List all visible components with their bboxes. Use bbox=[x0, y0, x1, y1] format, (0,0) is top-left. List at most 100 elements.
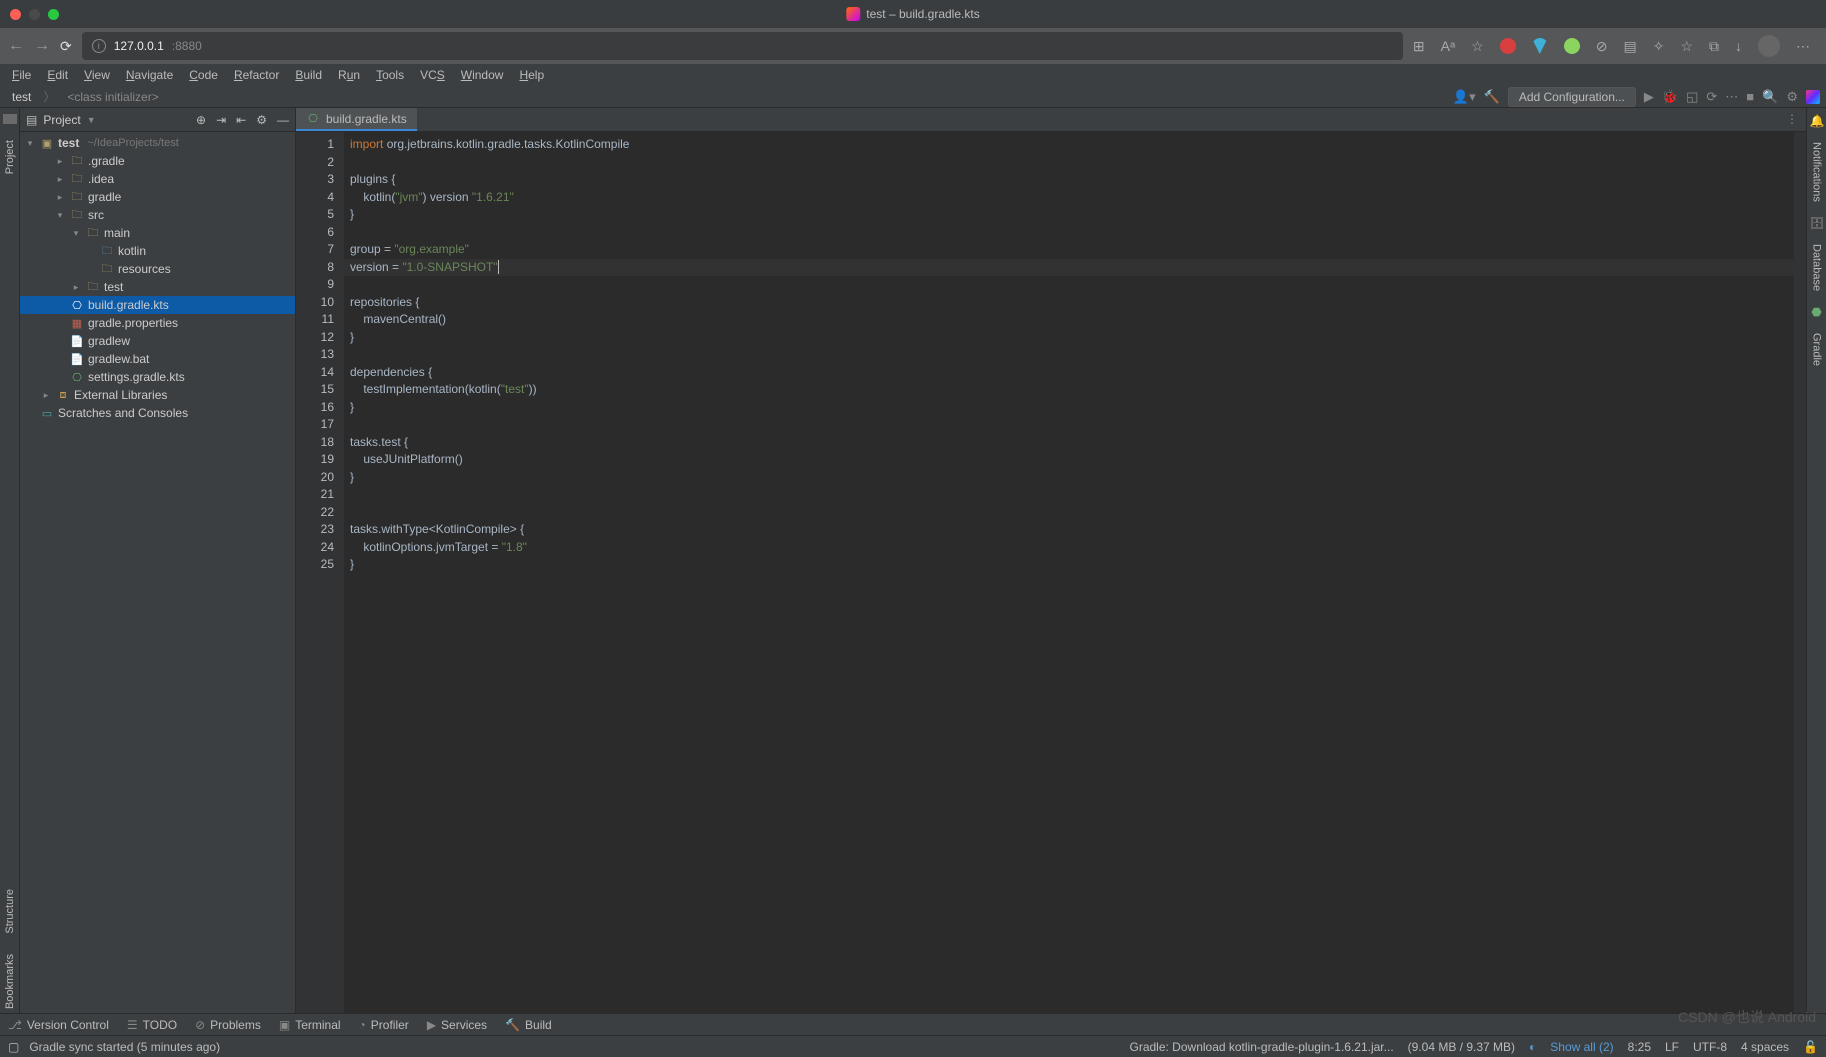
tool-version-control[interactable]: ⎇Version Control bbox=[8, 1018, 109, 1032]
build-hammer-icon[interactable]: 🔨 bbox=[1484, 89, 1500, 105]
tree-root[interactable]: ▾▣test~/IdeaProjects/test bbox=[20, 134, 295, 152]
tree-gradle-props[interactable]: ▦gradle.properties bbox=[20, 314, 295, 332]
tool-todo[interactable]: ☰TODO bbox=[127, 1018, 177, 1032]
collapse-all-icon[interactable]: ⇤ bbox=[236, 113, 246, 127]
project-view-dropdown-icon[interactable]: ▼ bbox=[87, 115, 96, 125]
tree-ext-lib[interactable]: ▸⧈External Libraries bbox=[20, 386, 295, 404]
tree-gradlewbat[interactable]: 📄gradlew.bat bbox=[20, 350, 295, 368]
notes-icon[interactable]: ▤ bbox=[1623, 38, 1636, 55]
menu-refactor[interactable]: Refactor bbox=[228, 66, 285, 84]
line-number-gutter[interactable]: 1234567891011121314151617181920212223242… bbox=[296, 132, 344, 1013]
url-field[interactable]: i 127.0.0.1:8880 bbox=[82, 32, 1403, 60]
stop-icon[interactable]: ■ bbox=[1746, 89, 1754, 104]
status-show-all[interactable]: Show all (2) bbox=[1550, 1040, 1613, 1054]
menu-vcs[interactable]: VCS bbox=[414, 66, 451, 84]
right-gutter-notifications[interactable]: Notifications bbox=[1811, 138, 1823, 206]
coverage-icon[interactable]: ◱ bbox=[1686, 89, 1698, 105]
back-icon[interactable]: ← bbox=[8, 37, 24, 55]
left-gutter-structure[interactable]: Structure bbox=[4, 885, 16, 938]
collections-icon[interactable]: ⧉ bbox=[1709, 38, 1719, 55]
reload-icon[interactable]: ⟳ bbox=[60, 38, 72, 55]
scrollbar[interactable] bbox=[1794, 132, 1806, 1013]
tree-idea-dir[interactable]: ▸🗀.idea bbox=[20, 170, 295, 188]
tool-services[interactable]: ▶Services bbox=[427, 1018, 487, 1032]
tool-problems[interactable]: ⊘Problems bbox=[195, 1018, 261, 1032]
status-window-icon[interactable]: ▢ bbox=[8, 1040, 19, 1054]
read-aloud-icon[interactable]: Aᵃ bbox=[1441, 38, 1456, 54]
profile-icon[interactable] bbox=[1758, 35, 1780, 57]
menu-help[interactable]: Help bbox=[513, 66, 550, 84]
attach-icon[interactable]: ⋯ bbox=[1725, 89, 1738, 105]
editor-more-icon[interactable]: ⋮ bbox=[1778, 108, 1806, 131]
hide-icon[interactable]: — bbox=[277, 113, 289, 127]
menu-build[interactable]: Build bbox=[289, 66, 328, 84]
menu-run[interactable]: Run bbox=[332, 66, 366, 84]
right-gutter-gradle[interactable]: Gradle bbox=[1811, 329, 1823, 370]
crumb-project[interactable]: test bbox=[6, 89, 37, 105]
gradle-icon[interactable]: ⬣ bbox=[1810, 305, 1824, 319]
extension-red-icon[interactable] bbox=[1500, 38, 1516, 54]
menu-navigate[interactable]: Navigate bbox=[120, 66, 179, 84]
code-editor[interactable]: import org.jetbrains.kotlin.gradle.tasks… bbox=[344, 132, 1794, 1013]
extension-funnel-icon[interactable] bbox=[1532, 38, 1548, 54]
forward-icon[interactable]: → bbox=[34, 37, 50, 55]
right-gutter-database[interactable]: Database bbox=[1811, 240, 1823, 295]
status-caret[interactable]: 8:25 bbox=[1628, 1040, 1651, 1054]
status-download[interactable]: Gradle: Download kotlin-gradle-plugin-1.… bbox=[1130, 1040, 1394, 1054]
profile-run-icon[interactable]: ⟳ bbox=[1706, 89, 1717, 105]
left-gutter-bookmarks[interactable]: Bookmarks bbox=[4, 950, 16, 1013]
notifications-icon[interactable]: 🔔 bbox=[1810, 114, 1824, 128]
expand-all-icon[interactable]: ⇥ bbox=[216, 113, 226, 127]
menu-tools[interactable]: Tools bbox=[370, 66, 410, 84]
database-icon[interactable]: 🗄 bbox=[1810, 216, 1824, 230]
run-icon[interactable]: ▶ bbox=[1644, 89, 1654, 105]
select-opened-file-icon[interactable]: ⊕ bbox=[196, 113, 206, 127]
tab-build-kts[interactable]: ⎔ build.gradle.kts bbox=[296, 108, 417, 131]
user-icon[interactable]: 👤▾ bbox=[1453, 89, 1476, 105]
status-memory[interactable]: (9.04 MB / 9.37 MB) bbox=[1408, 1040, 1515, 1054]
more-icon[interactable]: ⋯ bbox=[1796, 38, 1810, 55]
status-readonly-icon[interactable]: 🔓 bbox=[1803, 1040, 1818, 1054]
status-indent[interactable]: 4 spaces bbox=[1741, 1040, 1789, 1054]
status-encoding[interactable]: UTF-8 bbox=[1693, 1040, 1727, 1054]
tree-scratches[interactable]: ▭Scratches and Consoles bbox=[20, 404, 295, 422]
menu-window[interactable]: Window bbox=[455, 66, 510, 84]
tree-resources[interactable]: 🗀resources bbox=[20, 260, 295, 278]
project-tool-icon[interactable] bbox=[3, 114, 17, 124]
extensions-icon[interactable]: ✧ bbox=[1653, 38, 1665, 55]
close-window-icon[interactable] bbox=[10, 9, 21, 20]
tree-kotlin[interactable]: 🗀kotlin bbox=[20, 242, 295, 260]
apps-icon[interactable]: ⊞ bbox=[1413, 38, 1425, 55]
crumb-class[interactable]: <class initializer> bbox=[61, 89, 164, 105]
left-gutter-project[interactable]: Project bbox=[4, 136, 16, 178]
maximize-window-icon[interactable] bbox=[48, 9, 59, 20]
tool-terminal[interactable]: ▣Terminal bbox=[279, 1018, 341, 1032]
status-line-sep[interactable]: LF bbox=[1665, 1040, 1679, 1054]
ide-settings-icon[interactable]: ⚙ bbox=[1786, 89, 1798, 105]
download-icon[interactable]: ↓ bbox=[1735, 38, 1742, 54]
jetbrains-icon[interactable] bbox=[1806, 90, 1820, 104]
favorites-icon[interactable]: ☆ bbox=[1680, 38, 1693, 55]
project-view-icon[interactable]: ▤ bbox=[26, 113, 37, 127]
add-configuration-button[interactable]: Add Configuration... bbox=[1508, 87, 1636, 107]
project-panel-title[interactable]: Project bbox=[43, 113, 80, 127]
minimize-window-icon[interactable] bbox=[29, 9, 40, 20]
tree-settings-kts[interactable]: ⎔settings.gradle.kts bbox=[20, 368, 295, 386]
tree-gradle-dir[interactable]: ▸🗀.gradle bbox=[20, 152, 295, 170]
menu-edit[interactable]: Edit bbox=[41, 66, 74, 84]
search-icon[interactable]: 🔍 bbox=[1762, 89, 1778, 105]
tree-main[interactable]: ▾🗀main bbox=[20, 224, 295, 242]
tree-gradlew[interactable]: 📄gradlew bbox=[20, 332, 295, 350]
tree-test[interactable]: ▸🗀test bbox=[20, 278, 295, 296]
menu-view[interactable]: View bbox=[78, 66, 116, 84]
favorite-icon[interactable]: ☆ bbox=[1471, 38, 1484, 55]
tree-build-kts[interactable]: ⎔build.gradle.kts bbox=[20, 296, 295, 314]
tool-build[interactable]: 🔨Build bbox=[505, 1018, 552, 1032]
info-icon[interactable]: i bbox=[92, 39, 106, 53]
debug-icon[interactable]: 🐞 bbox=[1662, 89, 1678, 105]
extension-green-icon[interactable] bbox=[1564, 38, 1580, 54]
menu-file[interactable]: File bbox=[6, 66, 37, 84]
menu-code[interactable]: Code bbox=[183, 66, 224, 84]
status-progress-icon[interactable]: ◐ bbox=[1529, 1040, 1536, 1054]
tool-profiler[interactable]: ◔Profiler bbox=[359, 1018, 409, 1032]
